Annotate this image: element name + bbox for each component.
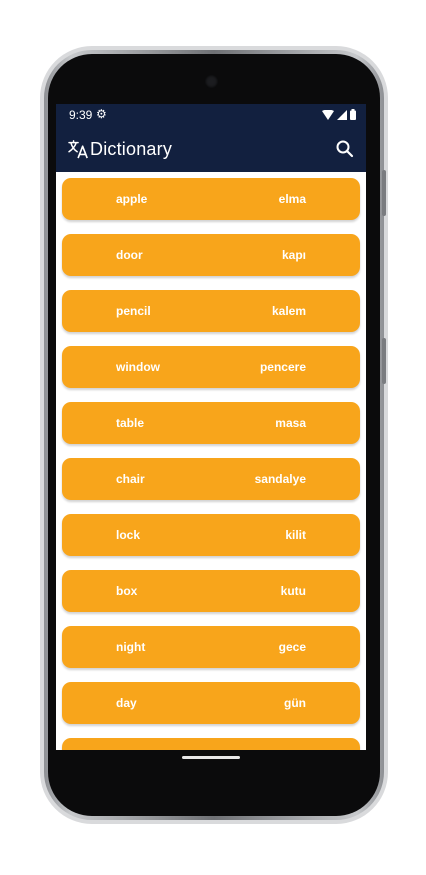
translation-label: kilit [285, 528, 306, 542]
translation-label: pencere [259, 360, 306, 374]
gear-icon: ⚙ [96, 107, 107, 121]
signal-icon [337, 109, 347, 120]
list-item[interactable]: box kutu [62, 570, 360, 612]
translate-icon [68, 140, 88, 159]
wifi-icon [322, 109, 334, 120]
word-label: door [116, 248, 143, 262]
translation-label: kapı [281, 248, 306, 262]
translation-label: kutu [280, 584, 306, 598]
word-label: night [116, 640, 146, 654]
device-stage: 9:39 ⚙ Dictionary apple elma door kapı p… [0, 0, 426, 875]
list-item[interactable]: lock kilit [62, 514, 360, 556]
volume-button [382, 170, 386, 216]
translation-label: gün [284, 696, 306, 710]
list-item[interactable]: night gece [62, 626, 360, 668]
list-item[interactable]: table masa [62, 402, 360, 444]
app-title: Dictionary [90, 139, 173, 159]
word-label: box [116, 584, 138, 598]
home-indicator[interactable] [182, 756, 240, 759]
translation-label: gece [278, 640, 306, 654]
status-icons [322, 109, 356, 120]
list-item[interactable]: day gün [62, 682, 360, 724]
app-title-wrap: Dictionary [68, 138, 172, 160]
status-time: 9:39 [69, 108, 93, 122]
app-bar: Dictionary [56, 126, 366, 172]
battery-icon [350, 109, 356, 120]
list-item[interactable]: door kapı [62, 234, 360, 276]
list-item[interactable]: window pencere [62, 346, 360, 388]
word-label: table [116, 416, 145, 430]
app-screen: 9:39 ⚙ Dictionary apple elma door kapı p… [56, 104, 366, 750]
status-bar: 9:39 ⚙ [56, 104, 366, 126]
search-icon[interactable] [334, 138, 356, 160]
word-label: pencil [116, 304, 151, 318]
front-camera [205, 75, 218, 88]
list-item[interactable]: chair sandalye [62, 458, 360, 500]
word-label: lock [116, 528, 141, 542]
translation-label: sandalye [254, 472, 306, 486]
list-item[interactable]: apple elma [62, 178, 360, 220]
translation-label: kalem [271, 304, 306, 318]
translation-label: masa [275, 416, 306, 430]
list-item[interactable] [62, 738, 360, 750]
list-item[interactable]: pencil kalem [62, 290, 360, 332]
power-button [382, 338, 386, 384]
word-label: apple [116, 192, 148, 206]
word-label: window [116, 360, 160, 374]
translation-label: elma [278, 192, 306, 206]
word-label: chair [116, 472, 145, 486]
word-label: day [116, 696, 137, 710]
